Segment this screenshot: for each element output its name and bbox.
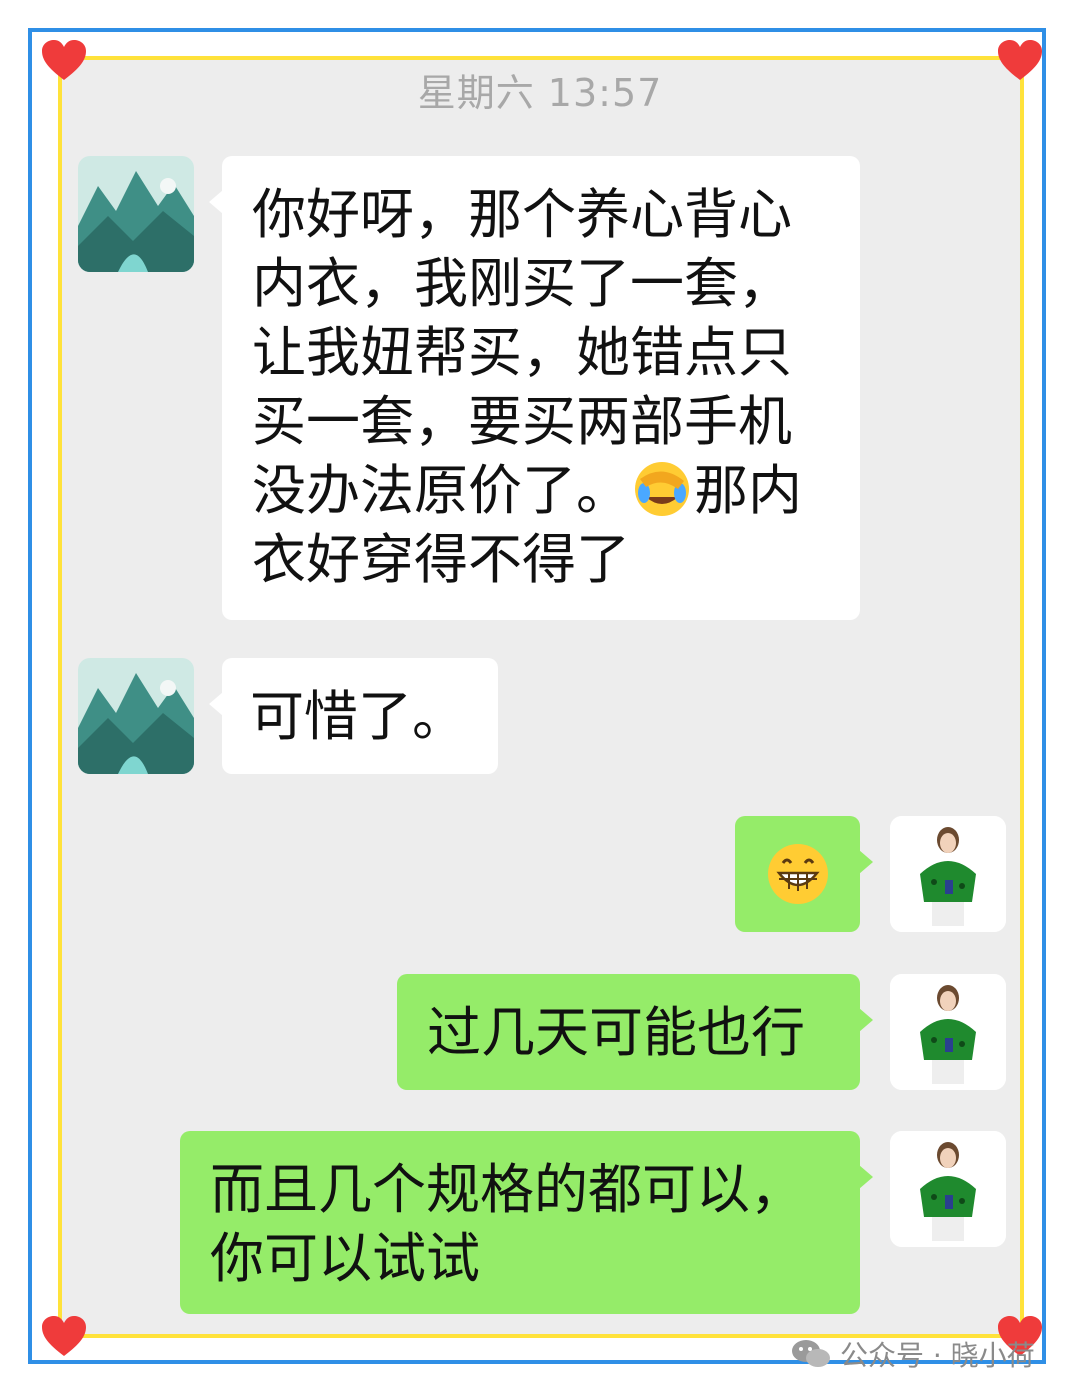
message-bubble-outgoing[interactable]: 而且几个规格的都可以，你可以试试 xyxy=(180,1131,873,1314)
grinning-emoji-icon xyxy=(765,841,831,907)
message-bubble-incoming[interactable]: 可惜了。 xyxy=(209,658,498,774)
contact-avatar[interactable] xyxy=(78,156,194,272)
message-text: 可惜了。 xyxy=(250,685,466,748)
chat-timestamp: 星期六 13:57 xyxy=(417,71,663,115)
contact-avatar[interactable] xyxy=(78,658,194,774)
heart-icon xyxy=(40,1314,88,1358)
message-text: 而且几个规格的都可以，你可以试试 xyxy=(210,1158,804,1290)
wechat-icon xyxy=(790,1337,832,1371)
message-text: 过几天可能也行 xyxy=(427,1001,805,1064)
user-avatar[interactable] xyxy=(890,974,1006,1090)
user-avatar[interactable] xyxy=(890,816,1006,932)
message-bubble-incoming[interactable]: 你好呀，那个养心背心内衣，我刚买了一套，让我妞帮买，她错点只买一套，要买两部手机… xyxy=(209,156,860,620)
watermark-text: 公众号 · 晓小荷 xyxy=(840,1339,1035,1372)
message-bubble-outgoing[interactable]: 过几天可能也行 xyxy=(397,974,873,1090)
facepalm-laughing-emoji-icon xyxy=(632,459,692,519)
watermark: 公众号 · 晓小荷 xyxy=(790,1334,1035,1374)
user-avatar[interactable] xyxy=(890,1131,1006,1247)
message-bubble-outgoing[interactable] xyxy=(735,816,873,932)
